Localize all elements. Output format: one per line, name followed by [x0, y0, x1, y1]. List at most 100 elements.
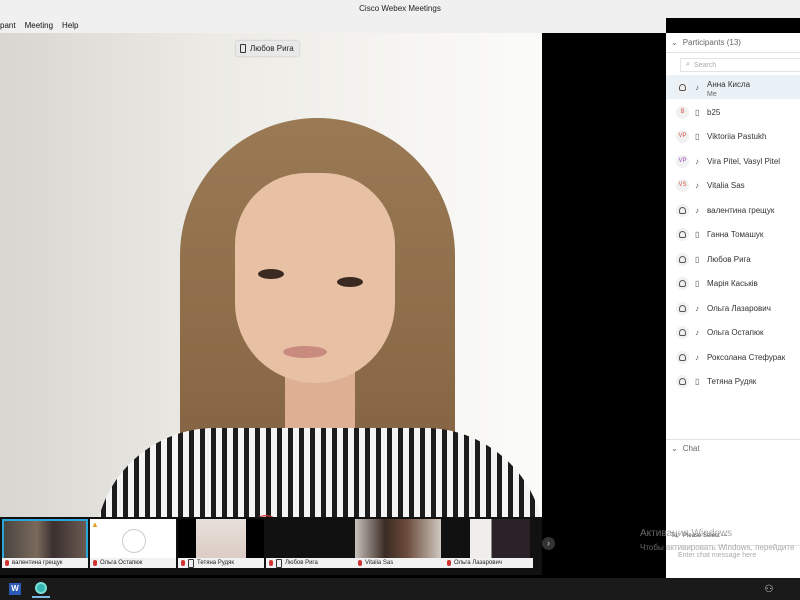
phone-icon: [188, 558, 194, 568]
active-speaker-video[interactable]: ⌀: [0, 33, 542, 575]
tile-label: Любов Рига: [266, 558, 355, 568]
phone-icon: ▯: [695, 107, 700, 117]
person-icon: [676, 276, 689, 290]
mic-icon: [358, 560, 362, 566]
tile-name: Тетяна Рудяк: [197, 560, 234, 566]
word-icon: W: [9, 583, 21, 595]
phone-icon: ▯: [695, 376, 700, 386]
chat-title: Chat: [682, 444, 700, 453]
mic-icon: [5, 560, 9, 566]
tile-label: валентина грещук: [2, 558, 88, 568]
menu-help[interactable]: Help: [62, 18, 78, 33]
tile-name: Vitalia Sas: [365, 560, 394, 566]
participant-row[interactable]: ♪ валентина грещук: [666, 198, 800, 222]
participant-name: валентина грещук: [707, 205, 775, 215]
chat-to-value: Please Select ---: [683, 533, 728, 539]
speaker-name-badge: Любов Рига: [236, 41, 299, 56]
menu-meeting[interactable]: Meeting: [25, 18, 53, 33]
participant-row[interactable]: ♪ Роксолана Стефурак: [666, 345, 800, 369]
tile-name: валентина грещук: [12, 560, 63, 566]
person-icon: [676, 325, 689, 339]
chevron-down-icon: ⌄: [671, 38, 678, 47]
mic-icon: [269, 560, 273, 566]
phone-icon: ▯: [695, 278, 700, 288]
word-taskbar-button[interactable]: W: [6, 580, 24, 598]
participant-name: Ганна Томашук: [707, 229, 764, 239]
chat-message-input[interactable]: Enter chat message here: [666, 545, 800, 578]
person-icon: [676, 80, 689, 94]
speaker-lips: [283, 346, 327, 358]
chevron-down-icon: ⌄: [671, 444, 678, 453]
windows-taskbar: W ⚇: [0, 578, 800, 600]
participant-name: Vira Pitel, Vasyl Pitel: [707, 156, 781, 166]
participant-name: Vitalia Sas: [707, 180, 745, 190]
participant-name: Любов Рига: [707, 254, 751, 264]
filmstrip-next-button[interactable]: ›: [542, 537, 555, 550]
participant-name: Марія Каськів: [707, 278, 758, 288]
person-icon: [676, 350, 689, 364]
participant-name: b25: [707, 107, 721, 117]
participant-name: Ольга Остапюк: [707, 327, 764, 337]
speaker-eye-left: [258, 269, 284, 279]
headset-icon: ♪: [695, 180, 699, 190]
headset-icon: ♪: [695, 352, 699, 362]
mic-icon: [447, 560, 451, 566]
speaker-name: Любов Рига: [250, 44, 294, 53]
participant-row[interactable]: VS ♪ Vitalia Sas: [666, 173, 800, 197]
phone-icon: ▯: [695, 229, 700, 239]
participant-search-input[interactable]: ⌕ Search: [680, 58, 800, 72]
participant-row[interactable]: ♪ Анна Кисла Me: [666, 75, 800, 99]
tile-name: Ольга Остапюк: [100, 560, 143, 566]
avatar-placeholder-icon: [122, 529, 146, 553]
headset-icon: ♪: [695, 205, 699, 215]
participant-row[interactable]: ▯ Тетяна Рудяк: [666, 369, 800, 393]
participant-row[interactable]: VP ▯ Viktoriia Pastukh: [666, 124, 800, 148]
participant-avatar: VS: [676, 178, 689, 192]
mic-icon: [93, 560, 97, 566]
participant-row[interactable]: ▯ Ганна Томашук: [666, 222, 800, 246]
title-bar: Cisco Webex Meetings: [0, 0, 800, 18]
participant-row[interactable]: ♪ Ольга Лазарович: [666, 296, 800, 320]
participants-header[interactable]: ⌄ Participants (13): [666, 33, 800, 53]
participant-avatar: VP: [676, 129, 689, 143]
side-panel: ⌄ Participants (13) ⌕ Search ♪ Анна Кисл…: [666, 33, 800, 578]
phone-icon: [276, 558, 282, 568]
participant-name: Анна Кисла: [707, 80, 751, 89]
phone-icon: ▯: [695, 131, 700, 141]
search-icon: ⌕: [686, 61, 690, 68]
speaker-eye-right: [337, 277, 363, 287]
phone-icon: [240, 44, 246, 53]
search-placeholder: Search: [693, 61, 717, 69]
participant-avatar: B: [676, 105, 689, 119]
participant-avatar: VP: [676, 154, 689, 168]
chat-recipient-select[interactable]: To: Please Select ---: [671, 530, 800, 542]
tile-name: Ольга Лазарович: [454, 560, 502, 566]
person-icon: [676, 203, 689, 217]
participant-row[interactable]: ♪ Ольга Остапюк: [666, 320, 800, 344]
participant-name: Роксолана Стефурак: [707, 352, 786, 362]
menu-participant[interactable]: pant: [0, 18, 16, 33]
participant-row[interactable]: B ▯ b25: [666, 100, 800, 124]
tile-label: Ольга Лазарович: [444, 558, 533, 568]
person-icon: [676, 227, 689, 241]
participant-name: Viktoriia Pastukh: [707, 131, 767, 141]
participant-name: Ольга Лазарович: [707, 303, 771, 313]
participant-name: Тетяна Рудяк: [707, 376, 757, 386]
person-icon: [676, 374, 689, 388]
webex-icon: [35, 582, 47, 594]
webex-taskbar-button[interactable]: [32, 580, 50, 598]
participant-row[interactable]: ▯ Марія Каськів: [666, 271, 800, 295]
chat-header[interactable]: ⌄ Chat: [666, 439, 800, 457]
tile-label: Vitalia Sas: [355, 558, 444, 568]
participants-title: Participants (13): [682, 38, 741, 47]
headset-icon: ♪: [695, 303, 699, 313]
tile-label: Тетяна Рудяк: [178, 558, 264, 568]
mic-icon: [181, 560, 185, 566]
menu-bar: pant Meeting Help: [0, 18, 666, 33]
chat-to-label: To:: [671, 533, 680, 539]
participant-me-label: Me: [707, 91, 717, 98]
people-icon[interactable]: ⚇: [760, 580, 778, 598]
participant-row[interactable]: VP ♪ Vira Pitel, Vasyl Pitel: [666, 149, 800, 173]
participant-row[interactable]: ▯ Любов Рига: [666, 247, 800, 271]
headset-icon: ♪: [695, 156, 699, 166]
